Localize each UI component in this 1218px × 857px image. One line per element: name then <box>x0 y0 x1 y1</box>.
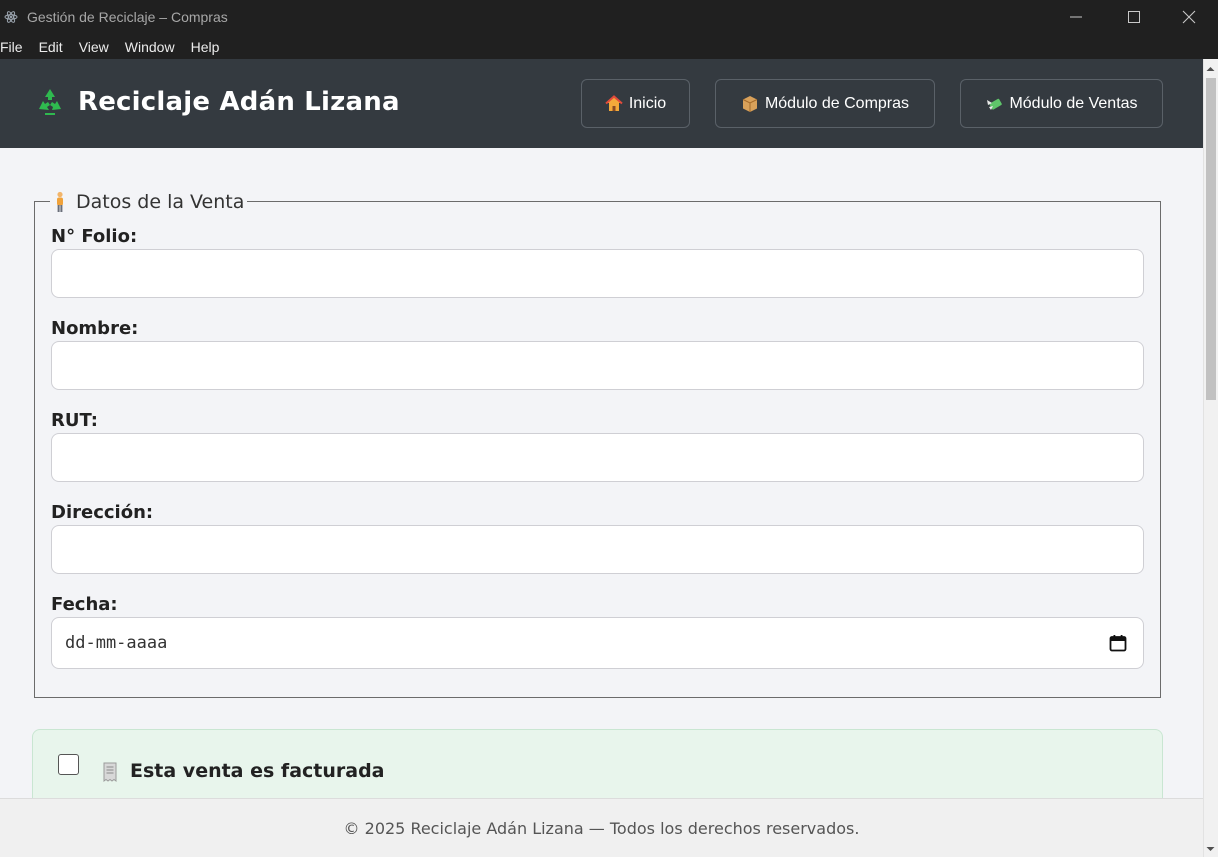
invoice-label: Esta venta es facturada <box>130 760 385 782</box>
direccion-input[interactable] <box>51 525 1144 574</box>
package-icon <box>741 95 759 113</box>
nav-inicio-button[interactable]: Inicio <box>581 79 690 128</box>
menu-bar: File Edit View Window Help <box>0 34 1218 59</box>
calendar-icon[interactable] <box>1109 634 1127 652</box>
money-wings-icon <box>985 95 1003 113</box>
rut-label: RUT: <box>51 410 98 431</box>
maximize-icon[interactable] <box>1105 0 1163 34</box>
page-footer: © 2025 Reciclaje Adán Lizana — Todos los… <box>0 798 1203 857</box>
nav-ventas-label: Módulo de Ventas <box>1009 94 1138 112</box>
nombre-input[interactable] <box>51 341 1144 390</box>
menu-edit[interactable]: Edit <box>31 39 71 55</box>
folio-input[interactable] <box>51 249 1144 298</box>
scrollbar-thumb[interactable] <box>1206 78 1216 400</box>
window-title: Gestión de Reciclaje – Compras <box>27 9 228 25</box>
house-icon <box>605 94 623 113</box>
brand-title: Reciclaje Adán Lizana <box>78 87 400 117</box>
fecha-label: Fecha: <box>51 594 118 615</box>
invoice-checkbox[interactable] <box>58 754 79 775</box>
fecha-placeholder: dd-mm-aaaa <box>65 633 168 653</box>
receipt-icon <box>102 762 118 782</box>
menu-file[interactable]: File <box>0 39 31 55</box>
electron-icon <box>3 9 19 25</box>
minimize-icon[interactable] <box>1047 0 1105 34</box>
nav-inicio-label: Inicio <box>628 94 667 112</box>
recycle-icon <box>36 87 64 117</box>
person-icon <box>54 191 66 213</box>
scroll-up-arrow-icon[interactable] <box>1203 62 1218 76</box>
menu-view[interactable]: View <box>71 39 117 55</box>
legend-title: Datos de la Venta <box>76 191 245 213</box>
fieldset-legend: Datos de la Venta <box>50 191 248 213</box>
app-header: Reciclaje Adán Lizana Inicio Módulo de C… <box>0 59 1203 148</box>
folio-label: N° Folio: <box>51 226 138 247</box>
nav-ventas-button[interactable]: Módulo de Ventas <box>960 79 1163 128</box>
rut-input[interactable] <box>51 433 1144 482</box>
brand: Reciclaje Adán Lizana <box>36 87 400 117</box>
fecha-date-input[interactable]: dd-mm-aaaa <box>51 617 1144 669</box>
nav-compras-button[interactable]: Módulo de Compras <box>715 79 935 128</box>
scroll-down-arrow-icon[interactable] <box>1203 842 1218 856</box>
menu-help[interactable]: Help <box>183 39 228 55</box>
window-titlebar: Gestión de Reciclaje – Compras <box>0 0 1218 34</box>
footer-copyright: © 2025 Reciclaje Adán Lizana — Todos los… <box>343 818 860 838</box>
close-icon[interactable] <box>1160 0 1218 34</box>
direccion-label: Dirección: <box>51 502 154 523</box>
nav-compras-label: Módulo de Compras <box>764 94 910 112</box>
menu-window[interactable]: Window <box>117 39 183 55</box>
nombre-label: Nombre: <box>51 318 139 339</box>
